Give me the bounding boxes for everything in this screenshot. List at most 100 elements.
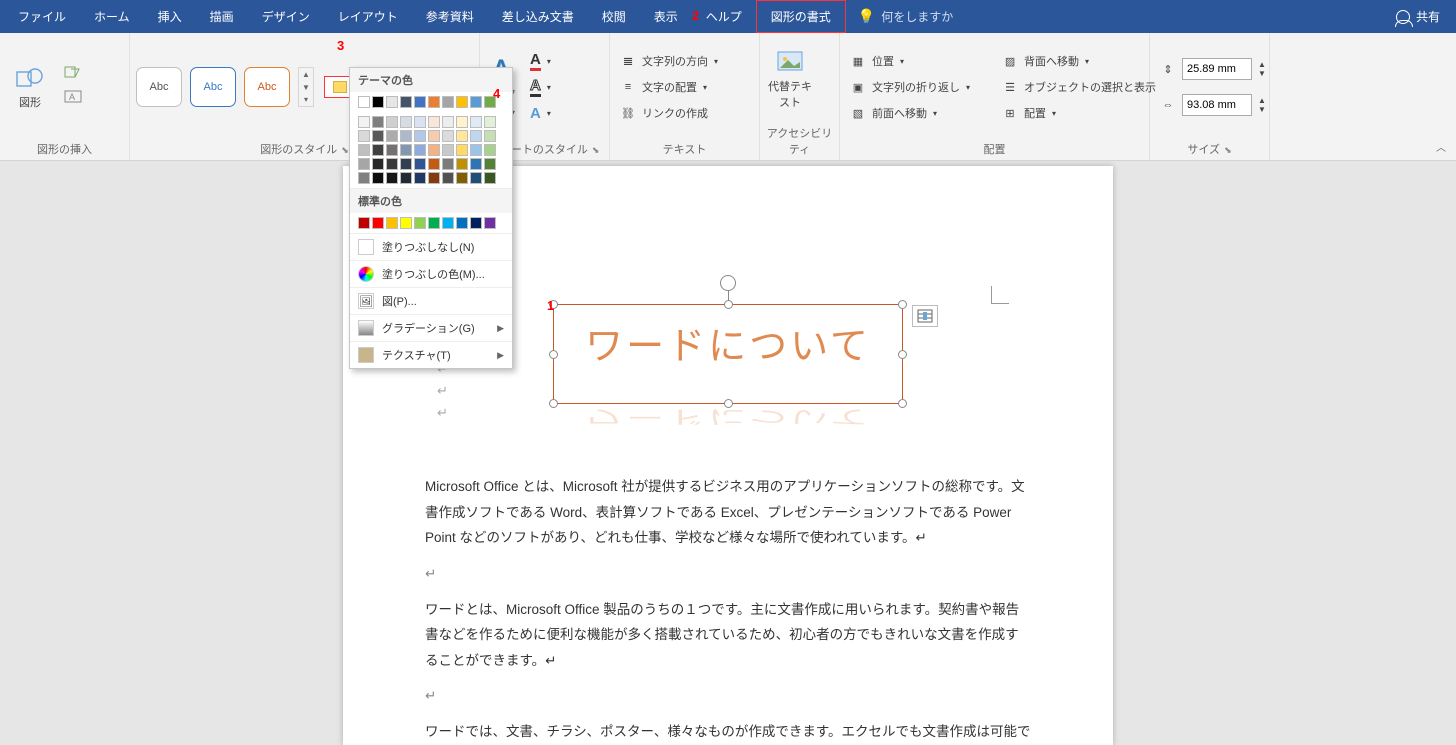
color-swatch[interactable] <box>484 130 496 142</box>
style-preset-1[interactable]: Abc <box>136 67 182 107</box>
stepper-down[interactable]: ▼ <box>1258 105 1266 114</box>
color-swatch[interactable] <box>470 144 482 156</box>
color-swatch[interactable] <box>456 116 468 128</box>
color-swatch[interactable] <box>442 116 454 128</box>
color-swatch[interactable] <box>442 144 454 156</box>
layout-options-button[interactable] <box>912 305 938 327</box>
texture-fill-item[interactable]: テクスチャ(T)▶ <box>350 341 512 368</box>
color-swatch[interactable] <box>442 172 454 184</box>
tab-help[interactable]: ヘルプ <box>692 0 756 33</box>
body-text[interactable]: Microsoft Office とは、Microsoft 社が提供するビジネス… <box>425 474 1031 745</box>
collapse-ribbon-button[interactable]: ︿ <box>1436 139 1446 154</box>
color-swatch[interactable] <box>358 172 370 184</box>
color-swatch[interactable] <box>372 172 384 184</box>
resize-handle[interactable] <box>898 300 907 309</box>
shape-height-input[interactable] <box>1182 58 1252 80</box>
color-swatch[interactable] <box>372 96 384 108</box>
color-swatch[interactable] <box>372 158 384 170</box>
color-swatch[interactable] <box>442 217 454 229</box>
color-swatch[interactable] <box>456 158 468 170</box>
edit-shape-icon[interactable] <box>64 66 84 85</box>
color-swatch[interactable] <box>456 172 468 184</box>
rotate-handle[interactable] <box>720 275 736 291</box>
color-swatch[interactable] <box>484 217 496 229</box>
color-swatch[interactable] <box>414 158 426 170</box>
no-fill-item[interactable]: 塗りつぶしなし(N) <box>350 233 512 260</box>
wrap-text-button[interactable]: ▣文字列の折り返し ▾ <box>846 76 974 98</box>
color-swatch[interactable] <box>442 130 454 142</box>
paragraph[interactable]: ワードでは、文書、チラシ、ポスター、様々なものが作成できます。エクセルでも文書作… <box>425 719 1031 745</box>
tell-me-search[interactable]: 💡 何をしますか <box>846 8 965 25</box>
color-swatch[interactable] <box>470 116 482 128</box>
paragraph[interactable]: ワードとは、Microsoft Office 製品のうちの１つです。主に文書作成… <box>425 597 1031 674</box>
color-swatch[interactable] <box>442 96 454 108</box>
color-swatch[interactable] <box>372 144 384 156</box>
dialog-launcher-icon[interactable]: ⬊ <box>1220 145 1232 155</box>
color-swatch[interactable] <box>470 130 482 142</box>
color-swatch[interactable] <box>428 217 440 229</box>
text-fill-button[interactable]: A▾ <box>526 50 555 72</box>
style-gallery-more[interactable]: ▲▼▾ <box>298 67 314 107</box>
stepper-down[interactable]: ▼ <box>1258 69 1266 78</box>
color-swatch[interactable] <box>386 116 398 128</box>
tab-review[interactable]: 校閲 <box>588 0 640 33</box>
color-swatch[interactable] <box>358 217 370 229</box>
align-text-button[interactable]: ≡文字の配置 ▾ <box>616 76 722 98</box>
color-swatch[interactable] <box>414 130 426 142</box>
shape-width-input[interactable] <box>1182 94 1252 116</box>
color-swatch[interactable] <box>470 217 482 229</box>
dialog-launcher-icon[interactable]: ⬊ <box>588 145 600 155</box>
stepper-up[interactable]: ▲ <box>1258 60 1266 69</box>
tab-home[interactable]: ホーム <box>80 0 144 33</box>
color-swatch[interactable] <box>428 144 440 156</box>
text-box-icon[interactable]: A <box>64 90 84 109</box>
color-swatch[interactable] <box>414 96 426 108</box>
color-swatch[interactable] <box>358 130 370 142</box>
shape-style-gallery[interactable]: Abc Abc Abc ▲▼▾ <box>136 67 314 107</box>
color-swatch[interactable] <box>428 130 440 142</box>
tab-draw[interactable]: 描画 <box>196 0 248 33</box>
color-swatch[interactable] <box>456 144 468 156</box>
color-swatch[interactable] <box>484 172 496 184</box>
color-swatch[interactable] <box>456 217 468 229</box>
color-swatch[interactable] <box>358 96 370 108</box>
create-link-button[interactable]: ⛓リンクの作成 <box>616 102 722 124</box>
resize-handle[interactable] <box>724 300 733 309</box>
color-swatch[interactable] <box>456 96 468 108</box>
color-swatch[interactable] <box>372 217 384 229</box>
color-swatch[interactable] <box>428 96 440 108</box>
color-swatch[interactable] <box>400 130 412 142</box>
more-fill-colors-item[interactable]: 塗りつぶしの色(M)... <box>350 260 512 287</box>
color-swatch[interactable] <box>428 116 440 128</box>
tab-shape-format[interactable]: 図形の書式 <box>756 0 846 33</box>
color-swatch[interactable] <box>386 172 398 184</box>
paragraph[interactable]: Microsoft Office とは、Microsoft 社が提供するビジネス… <box>425 474 1031 551</box>
color-swatch[interactable] <box>386 217 398 229</box>
tab-design[interactable]: デザイン <box>248 0 324 33</box>
picture-fill-item[interactable]: 🖼図(P)... <box>350 287 512 314</box>
dialog-launcher-icon[interactable]: ⬊ <box>337 145 349 155</box>
wordart-text[interactable]: ワードについて <box>554 305 902 383</box>
color-swatch[interactable] <box>470 158 482 170</box>
color-swatch[interactable] <box>400 116 412 128</box>
tab-references[interactable]: 参考資料 <box>412 0 488 33</box>
document-canvas[interactable]: ↵↵↵↵↵↵↵↵↵↵↵ ワードについて ワードについて Microsoft Of… <box>0 161 1456 745</box>
shapes-button[interactable]: 図形 <box>6 64 54 110</box>
text-outline-button[interactable]: A▾ <box>526 76 555 98</box>
tab-insert[interactable]: 挿入 <box>144 0 196 33</box>
bring-forward-button[interactable]: ▧前面へ移動 ▾ <box>846 102 974 124</box>
color-swatch[interactable] <box>428 172 440 184</box>
color-swatch[interactable] <box>386 130 398 142</box>
color-swatch[interactable] <box>414 217 426 229</box>
color-swatch[interactable] <box>358 116 370 128</box>
send-backward-button[interactable]: ▨背面へ移動 ▾ <box>998 50 1160 72</box>
tab-file[interactable]: ファイル <box>4 0 80 33</box>
wordart-selection-box[interactable]: ワードについて ワードについて <box>553 304 903 404</box>
color-swatch[interactable] <box>372 116 384 128</box>
color-swatch[interactable] <box>358 144 370 156</box>
color-swatch[interactable] <box>414 144 426 156</box>
color-swatch[interactable] <box>386 96 398 108</box>
color-swatch[interactable] <box>484 116 496 128</box>
color-swatch[interactable] <box>358 158 370 170</box>
tab-view[interactable]: 表示 <box>640 0 692 33</box>
